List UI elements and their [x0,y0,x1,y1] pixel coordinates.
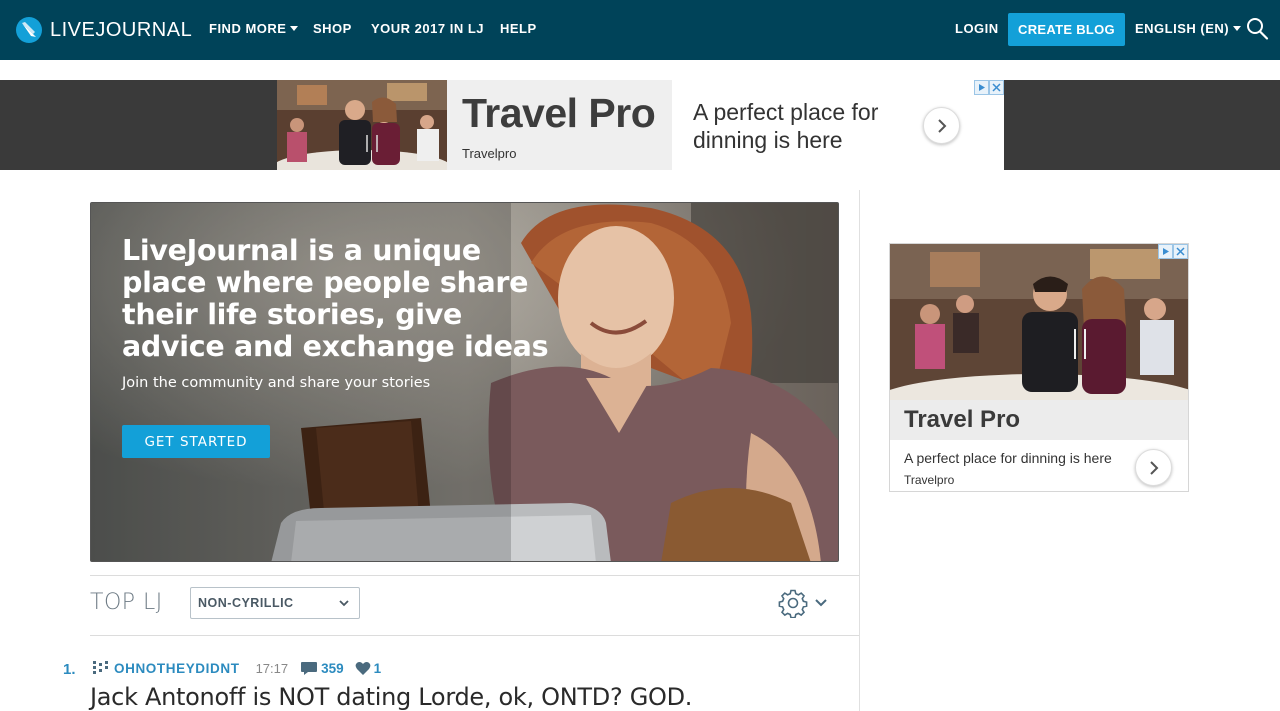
top-lj-title: TOP LJ [90,590,163,615]
hero-banner: LiveJournal is a unique place where peop… [90,202,839,562]
adchoices-icon[interactable] [1158,244,1173,259]
ad-next-button[interactable] [1135,449,1172,486]
close-icon[interactable] [989,80,1004,95]
ad-next-button[interactable] [923,107,960,144]
heart-icon[interactable] [355,661,371,676]
like-count[interactable]: 1 [374,661,382,676]
top-lj-settings-button[interactable] [778,587,830,619]
hero-subheading: Join the community and share your storie… [122,375,431,391]
login-link[interactable]: LOGIN [955,21,999,36]
ad-title-band: Travel Pro [890,400,1188,440]
post-rank: 1. [63,661,76,678]
nav-help[interactable]: HELP [500,21,537,36]
ad-copy: A perfect place for dinning is here [904,450,1112,466]
post-author[interactable]: OHNOTHEYDIDNT [114,661,240,676]
post-time: 17:17 [255,660,289,676]
chevron-down-icon [815,599,827,607]
ad-brand: Travelpro [462,146,517,161]
create-blog-button[interactable]: CREATE BLOG [1008,13,1125,46]
hero-heading: LiveJournal is a unique place where peop… [122,234,549,363]
caret-down-icon [290,26,299,32]
post-meta: OHNOTHEYDIDNT 17:17 359 1 [92,659,381,677]
ad-copy-panel: A perfect place for dinning is here [672,80,1004,170]
ad-image-couple-dining [277,80,447,170]
ad-title-panel: Travel Pro Travelpro [447,80,672,170]
comment-icon [301,662,318,675]
sidebar-ad[interactable]: Travel Pro A perfect place for dinning i… [889,243,1189,492]
gear-icon [778,589,808,618]
ad-choices [1158,244,1188,259]
search-icon[interactable] [1245,17,1269,41]
ad-title: Travel Pro [904,406,1021,433]
livejournal-logo[interactable]: LIVEJOURNAL [15,15,192,45]
nav-shop[interactable]: SHOP [313,21,352,36]
divider [90,575,859,576]
close-icon[interactable] [1173,244,1188,259]
top-banner-ad[interactable]: Travel Pro Travelpro A perfect place for… [277,80,1004,170]
logo-wordmark: LIVEJOURNAL [50,18,193,41]
ad-choices [974,80,1004,95]
column-divider [859,190,860,711]
caret-down-icon [1233,26,1242,32]
nav-find-more[interactable]: FIND MORE [209,21,299,36]
ad-brand: Travelpro [904,473,955,487]
ad-copy: A perfect place for dinning is here [693,99,879,153]
chevron-right-icon [1149,460,1158,475]
divider [90,635,859,636]
filter-selected-value: NON-CYRILLIC [198,596,294,610]
language-selector[interactable]: ENGLISH (EN) [1135,21,1242,36]
adchoices-icon[interactable] [974,80,989,95]
post-title-link[interactable]: Jack Antonoff is NOT dating Lorde, ok, O… [90,683,692,711]
top-navigation-bar: LIVEJOURNAL FIND MORE SHOP YOUR 2017 IN … [0,0,1280,60]
get-started-button[interactable]: GET STARTED [122,425,270,458]
nav-find-more-label: FIND MORE [209,21,287,36]
comment-count[interactable]: 359 [321,661,344,676]
livejournal-logo-icon [16,17,42,43]
chevron-down-icon [339,600,349,607]
nav-year-in-lj[interactable]: YOUR 2017 IN LJ [371,21,484,36]
ad-image-couple-dining [890,244,1188,400]
community-icon [93,661,108,674]
top-lj-filter-select[interactable]: NON-CYRILLIC [190,587,360,619]
ad-title: Travel Pro [462,90,656,136]
language-label: ENGLISH (EN) [1135,21,1230,36]
chevron-right-icon [937,118,946,133]
